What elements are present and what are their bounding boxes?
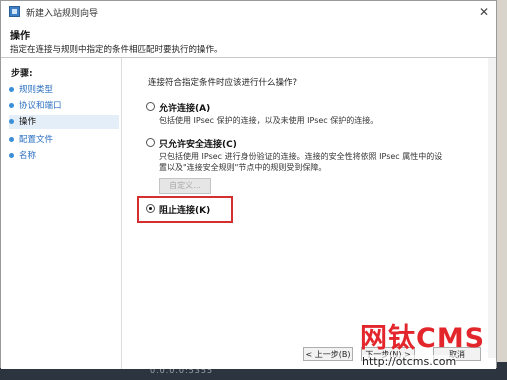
back-button[interactable]: < 上一步(B)	[303, 347, 353, 361]
close-button[interactable]: ✕	[477, 5, 491, 19]
page-description: 指定在连接与规则中指定的条件相匹配时要执行的操作。	[10, 45, 223, 55]
option-allow-label[interactable]: 允许连接(A)	[159, 101, 210, 114]
action-question: 连接符合指定条件时应该进行什么操作?	[148, 78, 298, 88]
step-bullet-icon	[9, 153, 14, 158]
option-allow-desc: 包括使用 IPsec 保护的连接，以及未使用 IPsec 保护的连接。	[159, 116, 379, 125]
step-bullet-icon	[9, 137, 14, 142]
sidebar-item-label: 配置文件	[19, 135, 54, 145]
step-bullet-icon	[9, 103, 14, 108]
title-bar[interactable]: 新建入站规则向导 ✕	[1, 1, 496, 23]
window-title: 新建入站规则向导	[26, 9, 99, 19]
sidebar-item-name[interactable]: 名称	[9, 149, 119, 163]
sidebar-item-rule-type[interactable]: 规则类型	[9, 83, 119, 97]
customize-button[interactable]: 自定义...	[159, 178, 211, 194]
radio-allow[interactable]	[146, 102, 155, 111]
sidebar-item-action[interactable]: 操作	[9, 115, 119, 129]
radio-allow-secure[interactable]	[146, 138, 155, 147]
sidebar-item-label: 规则类型	[19, 85, 54, 95]
desktop-background-right	[496, 0, 507, 380]
option-allow-secure-desc-line1: 只包括使用 IPsec 进行身份验证的连接。连接的安全性将依照 IPsec 属性…	[159, 152, 443, 161]
step-bullet-icon	[9, 87, 14, 92]
sidebar-item-protocol-ports[interactable]: 协议和端口	[9, 99, 119, 113]
page-title: 操作	[10, 31, 30, 42]
sidebar-item-label: 名称	[19, 151, 37, 161]
page-header: 操作 指定在连接与规则中指定的条件相匹配时要执行的操作。	[1, 23, 496, 58]
option-allow-secure-desc-line2: 置以及"连接安全规则"节点中的规则受到保障。	[159, 163, 327, 172]
watermark-brand: 网钛CMS	[360, 323, 486, 354]
steps-sidebar: 步骤: 规则类型 协议和端口 操作 配置文件 名称	[1, 58, 122, 369]
watermark-url: http://otcms.com	[362, 355, 457, 368]
sidebar-item-profile[interactable]: 配置文件	[9, 133, 119, 147]
wizard-window: 新建入站规则向导 ✕ 操作 指定在连接与规则中指定的条件相匹配时要执行的操作。 …	[0, 0, 497, 369]
steps-heading: 步骤:	[11, 69, 33, 79]
firewall-app-icon	[9, 6, 20, 17]
sidebar-item-label: 操作	[19, 117, 37, 127]
step-bullet-icon	[9, 119, 14, 124]
annotation-highlight-box	[137, 196, 233, 223]
scrollbar[interactable]	[488, 58, 496, 358]
sidebar-item-label: 协议和端口	[19, 101, 62, 111]
option-allow-secure-label[interactable]: 只允许安全连接(C)	[159, 137, 237, 150]
